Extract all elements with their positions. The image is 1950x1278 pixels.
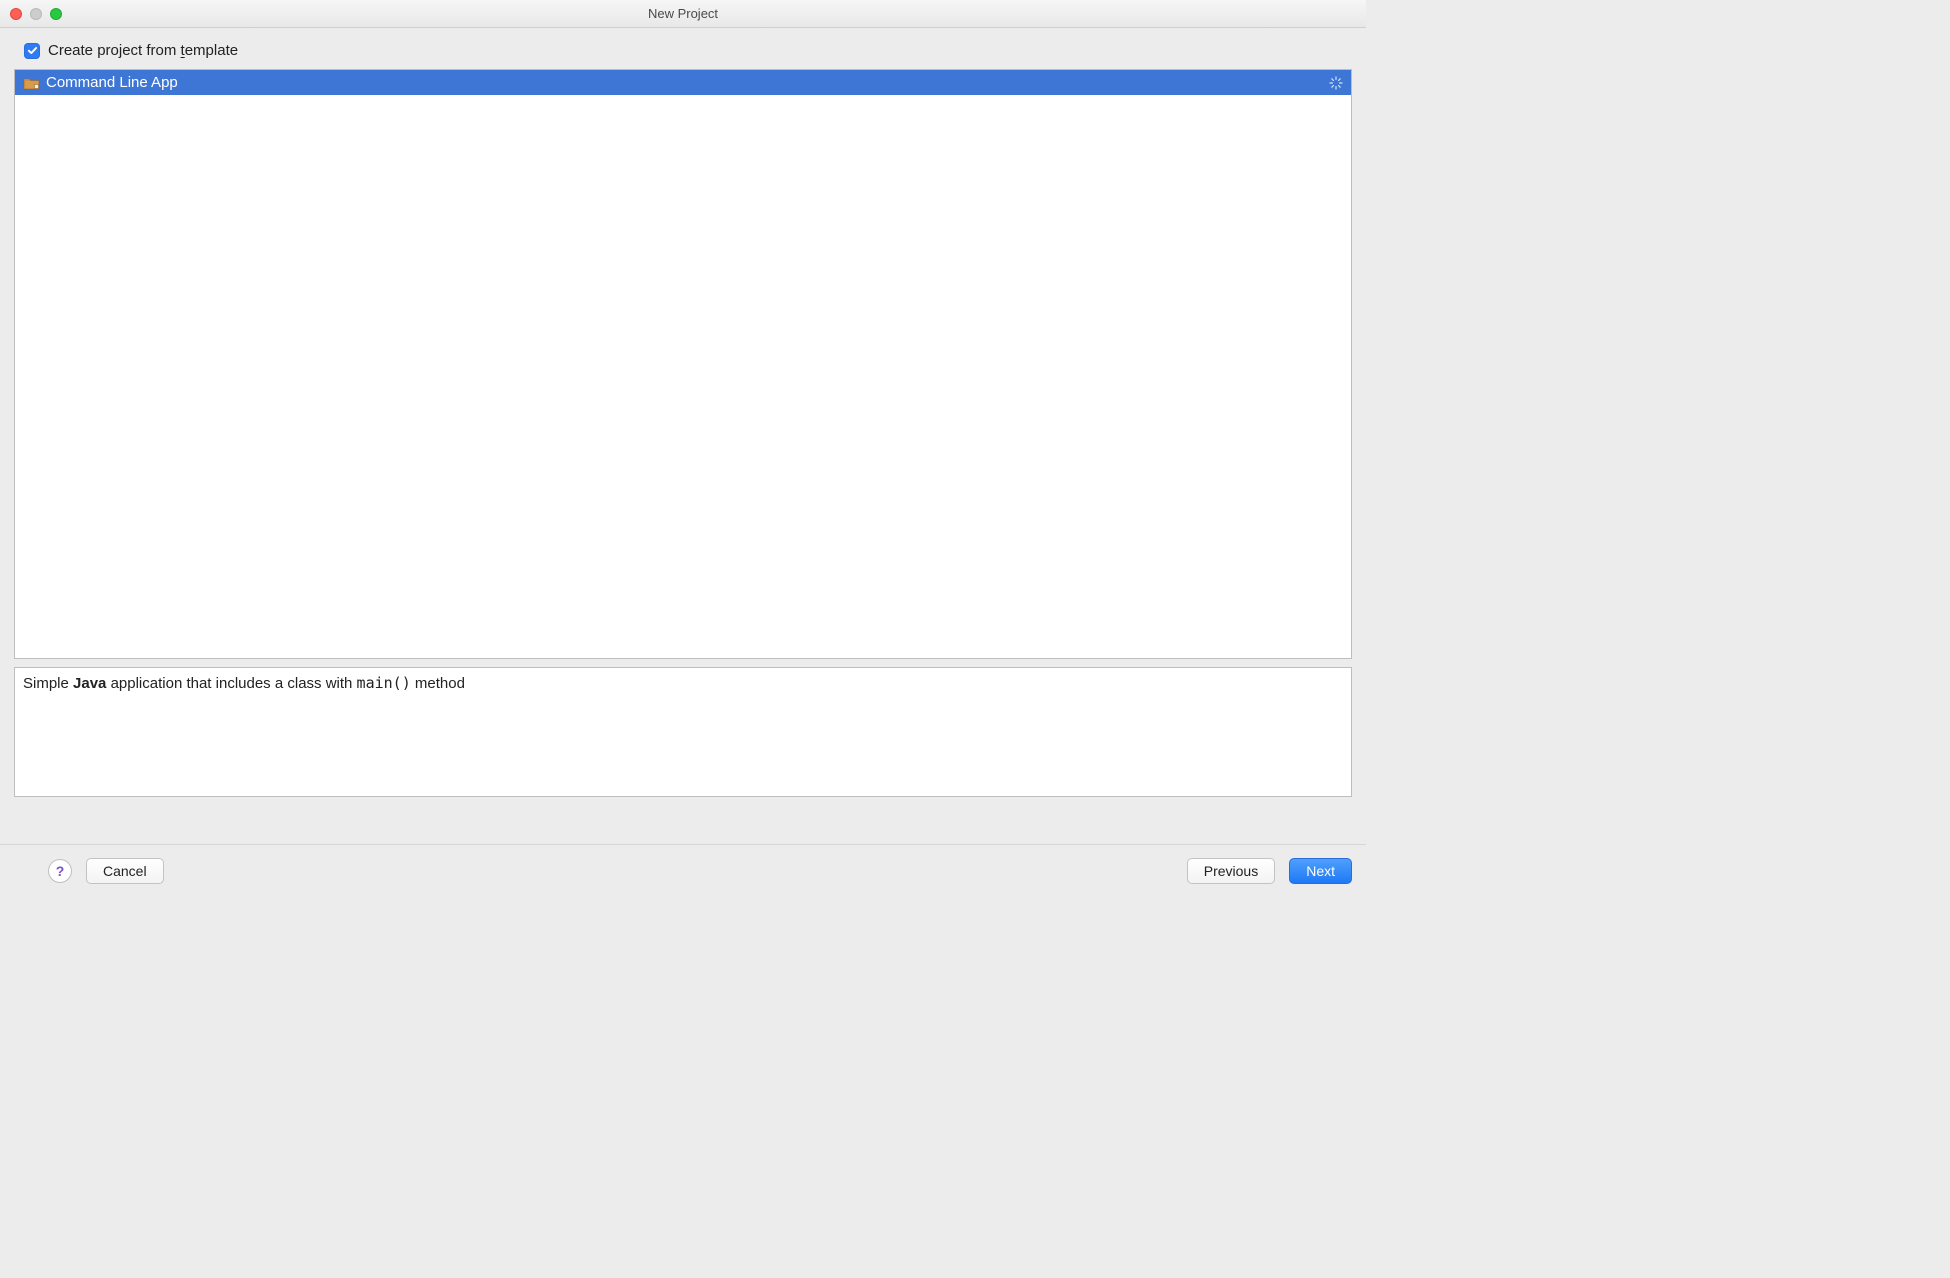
help-label: ?: [56, 863, 65, 879]
create-from-template-label[interactable]: Create project from template: [48, 42, 238, 59]
cancel-label: Cancel: [103, 863, 147, 879]
desc-post: method: [411, 675, 465, 692]
previous-button[interactable]: Previous: [1187, 858, 1275, 884]
dialog-footer: ? Cancel Previous Next: [0, 844, 1366, 896]
template-list[interactable]: Command Line App: [14, 69, 1352, 659]
next-button[interactable]: Next: [1289, 858, 1352, 884]
previous-label: Previous: [1204, 863, 1258, 879]
titlebar: New Project: [0, 0, 1366, 28]
desc-mid: application that includes a class with: [106, 675, 356, 692]
dialog-content: Create project from template Command Lin…: [0, 28, 1366, 844]
label-text-before: Create project from: [48, 42, 181, 59]
cancel-button[interactable]: Cancel: [86, 858, 164, 884]
help-button[interactable]: ?: [48, 859, 72, 883]
create-from-template-row: Create project from template: [14, 40, 1352, 61]
maximize-window-button[interactable]: [50, 8, 62, 20]
minimize-window-button[interactable]: [30, 8, 42, 20]
window-title: New Project: [0, 6, 1366, 21]
template-description: Simple Java application that includes a …: [14, 667, 1352, 797]
next-label: Next: [1306, 863, 1335, 879]
loading-spinner-icon: [1329, 76, 1343, 90]
folder-icon: [23, 76, 40, 90]
template-item-label: Command Line App: [46, 74, 178, 91]
desc-pre: Simple: [23, 675, 73, 692]
desc-bold: Java: [73, 675, 106, 692]
create-from-template-checkbox[interactable]: [24, 43, 40, 59]
template-item-command-line-app[interactable]: Command Line App: [15, 70, 1351, 95]
window-controls: [0, 8, 62, 20]
desc-mono: main(): [357, 674, 411, 692]
label-text-after: emplate: [185, 42, 238, 59]
close-window-button[interactable]: [10, 8, 22, 20]
